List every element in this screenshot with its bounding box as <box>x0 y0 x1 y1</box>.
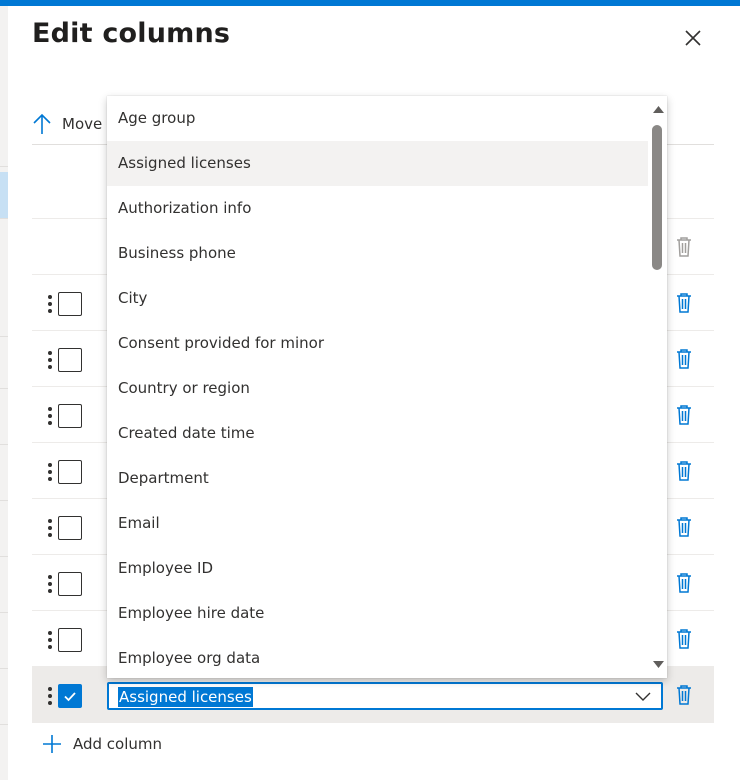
column-row-checkbox[interactable] <box>58 572 82 596</box>
scroll-up-arrow-icon[interactable] <box>650 102 667 116</box>
strip-line <box>0 388 8 389</box>
close-icon[interactable] <box>681 26 705 50</box>
strip-line <box>0 166 8 167</box>
dropdown-option[interactable]: Employee org data <box>107 636 648 678</box>
strip-line <box>0 500 8 501</box>
arrow-up-icon <box>33 113 51 134</box>
trash-icon[interactable] <box>674 628 694 650</box>
drag-handle-icon[interactable] <box>48 295 52 313</box>
scroll-down-arrow-icon[interactable] <box>650 658 667 672</box>
dropdown-option[interactable]: Email <box>107 501 648 546</box>
drag-handle-icon[interactable] <box>48 631 52 649</box>
strip-line <box>0 556 8 557</box>
check-icon <box>64 692 76 702</box>
add-column-button[interactable]: Add column <box>42 734 162 754</box>
dropdown-option[interactable]: Assigned licenses <box>107 141 648 186</box>
dropdown-option[interactable]: Authorization info <box>107 186 648 231</box>
column-options-dropdown[interactable]: Age group Assigned licenses Authorization … <box>107 96 667 678</box>
drag-handle-icon[interactable] <box>48 463 52 481</box>
background-selected-row <box>0 172 8 218</box>
column-row-checkbox[interactable] <box>58 292 82 316</box>
trash-icon[interactable] <box>674 348 694 370</box>
plus-icon <box>43 735 61 753</box>
strip-line <box>0 444 8 445</box>
dropdown-option[interactable]: Country or region <box>107 366 648 411</box>
chevron-down-icon <box>635 692 651 701</box>
dropdown-option[interactable]: Business phone <box>107 231 648 276</box>
trash-icon[interactable] <box>674 684 694 706</box>
column-row-checkbox[interactable] <box>58 404 82 428</box>
drag-handle-icon[interactable] <box>48 575 52 593</box>
dropdown-option[interactable]: Department <box>107 456 648 501</box>
column-row-checkbox[interactable] <box>58 628 82 652</box>
drag-handle-icon[interactable] <box>48 351 52 369</box>
column-row-checkbox[interactable] <box>58 516 82 540</box>
add-column-label: Add column <box>73 735 163 753</box>
drag-handle-icon[interactable] <box>48 519 52 537</box>
trash-icon[interactable] <box>674 460 694 482</box>
dropdown-option[interactable]: Created date time <box>107 411 648 456</box>
drag-handle-icon[interactable] <box>48 407 52 425</box>
column-row-checkbox[interactable] <box>58 348 82 372</box>
dropdown-option[interactable]: Age group <box>107 96 648 141</box>
trash-icon[interactable] <box>674 572 694 594</box>
column-select-value: Assigned licenses <box>118 687 253 707</box>
strip-line <box>0 612 8 613</box>
dropdown-option[interactable]: Employee hire date <box>107 591 648 636</box>
dropdown-option[interactable]: Consent provided for minor <box>107 321 648 366</box>
trash-icon[interactable] <box>674 292 694 314</box>
column-row-checkbox[interactable] <box>58 460 82 484</box>
scrollbar-thumb[interactable] <box>652 125 662 270</box>
trash-icon <box>677 237 691 257</box>
dropdown-option[interactable]: Employee ID <box>107 546 648 591</box>
trash-icon[interactable] <box>674 404 694 426</box>
strip-line <box>0 218 8 219</box>
dropdown-option[interactable]: City <box>107 276 648 321</box>
strip-line <box>0 724 8 725</box>
column-row-checkbox[interactable] <box>58 684 82 708</box>
trash-icon[interactable] <box>674 516 694 538</box>
strip-line <box>0 668 8 669</box>
drag-handle-icon[interactable] <box>48 687 52 705</box>
panel-title: Edit columns <box>32 18 231 49</box>
column-select[interactable]: Assigned licenses <box>107 682 663 710</box>
strip-line <box>0 336 8 337</box>
